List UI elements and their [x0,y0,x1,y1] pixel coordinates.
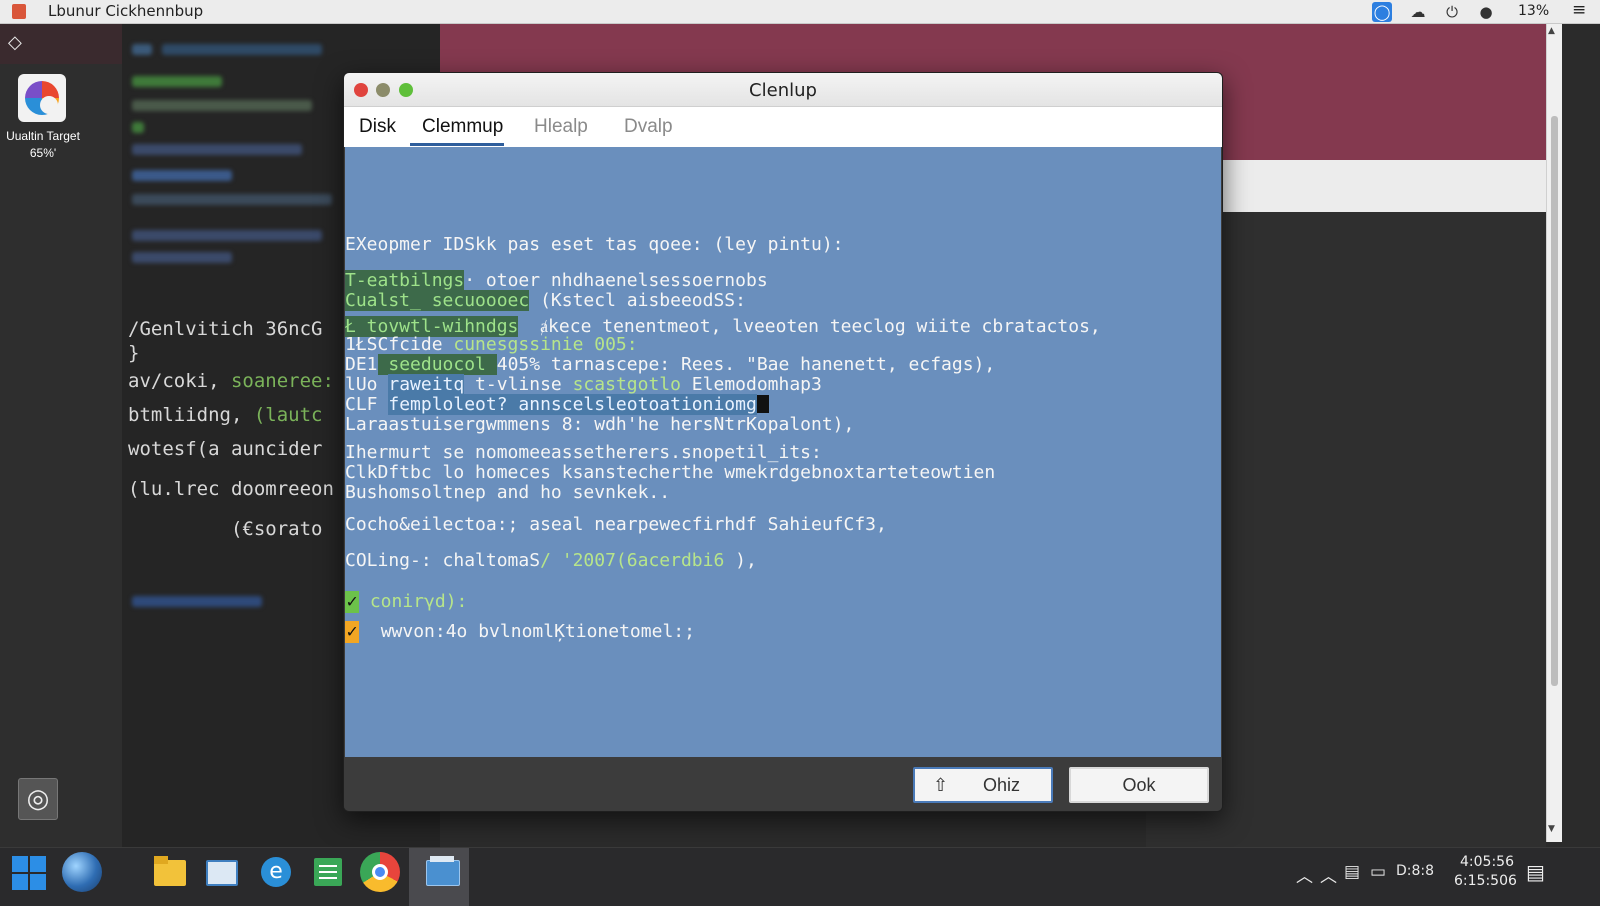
dialog-titlebar[interactable]: Clenlup [344,73,1222,107]
dialog-title: Clenlup [749,80,817,101]
console-line: 1ŁSCfcide cunesgssinie 005: [345,334,638,355]
power-icon[interactable]: ⏻ [1442,2,1462,22]
console-line: Cocho&eilectoa:; aseal nearpewecfirhdf S… [345,514,887,535]
console-line: Laraastuisergwmmens 8: wdh'he hersNtrKop… [345,414,855,435]
scroll-up-arrow[interactable]: ▲ [1548,26,1555,36]
app-icon[interactable] [12,4,26,19]
hamburger-icon[interactable]: ≡ [1572,0,1586,20]
console-line: DE1 seeduocol 405% tarnascepe: Rees. "Ba… [345,354,996,375]
console-line: Cualst_ secuoooec (Kstecl aisbeeodSS: [345,290,746,311]
clock[interactable]: 4:05:56 6:15:506 [1454,853,1517,891]
target-app-label: Uualtin Target 65%' [6,129,80,160]
scroll-down-arrow[interactable]: ▼ [1548,824,1555,834]
code-line: } [128,342,140,364]
camera-icon[interactable]: ◎ [18,778,58,820]
blurred-text [132,252,232,263]
target-app-icon[interactable] [18,74,66,122]
console-line: Bushomsoltnep and ho sevnkek.. [345,482,671,503]
code-line: (lu.lrec doomreeon [128,478,334,500]
tab-help[interactable]: Hlealp [534,116,588,138]
drive-indicator: D:8:8 [1396,863,1435,879]
blurred-text [132,144,302,155]
sync-icon[interactable]: ◯ [1372,2,1392,22]
share-icon: ⇧ [933,775,949,795]
chrome-icon[interactable] [360,852,400,892]
console-line: COLing-: chaltomaS/ '2007(6acerdbi6 ), [345,550,757,571]
checklist-item[interactable]: ✓ conirγd): [345,591,467,613]
internet-explorer-icon[interactable]: e [256,852,296,892]
cleanup-console: EXeopmer IDSkk pas eset tas qoee: (ley p… [345,147,1221,757]
blurred-text [132,76,222,87]
tab-dvalp[interactable]: Dvalp [624,116,673,138]
code-line: btmliidng, (lautc [128,404,323,426]
blurred-text [132,596,262,607]
globe-icon[interactable] [62,852,102,892]
active-tab-indicator [410,143,504,146]
dialog-footer: ⇧ Ohiz Ook [344,757,1222,811]
clock-date: 6:15:506 [1454,873,1517,889]
battery-icon[interactable]: ▤ [1344,862,1360,882]
blurred-text [132,100,312,111]
tab-cleanup[interactable]: Clemmup [422,116,503,138]
folder-icon[interactable] [202,852,242,892]
launcher-sidebar: ◇ Uualtin Target 65%' ◎ [0,24,122,862]
windows-start-icon[interactable] [8,852,48,892]
tab-disk[interactable]: Disk [359,116,396,138]
blurred-text [132,230,322,241]
chevron-up-icon[interactable]: ︿ [1320,862,1337,887]
checklist-item[interactable]: ✓ wwvon:4o bvlnomlĶtionetomel:; [345,621,695,643]
console-line: ClkDftbc lo homeces ksanstecherthe wmekr… [345,462,996,483]
console-line: Ihermurt se nomomeeassetherers.snopetil_… [345,442,822,463]
console-line: lUo raweitq t-vlinse scastgotlo Elemodom… [345,374,822,395]
checkmark-icon[interactable]: ✓ [345,591,359,613]
spreadsheet-icon[interactable] [308,852,348,892]
clock-time: 4:05:56 [1460,854,1514,870]
blurred-text [132,44,152,55]
file-explorer-icon[interactable] [150,852,190,892]
ohiz-button[interactable]: ⇧ Ohiz [913,767,1053,803]
ohiz-button-label: Ohiz [983,775,1021,795]
scroll-thumb[interactable] [1551,116,1558,686]
chevron-up-icon[interactable]: ︿ [1296,862,1313,887]
back-button[interactable]: ◇ [0,24,122,64]
text-cursor [756,395,769,413]
scrollbar[interactable]: ▲ ▼ [1546,24,1562,842]
top-bar: Lbunur Cickhennbup ◯ ☁ ⏻ ● 13% ≡ [0,0,1600,24]
cleanup-dialog: Clenlup Disk Clemmup Hlealp Dvalp EXeopm… [343,72,1223,812]
code-line: /Genlvitich 36ncG [128,318,323,340]
zoom-level: 13% [1518,3,1550,19]
back-icon: ◇ [8,32,22,53]
blurred-text [132,194,332,205]
blurred-text [132,122,144,133]
code-line: (€sorato [128,518,323,540]
taskbar: e ︿ ︿ ▤ ▭ D:8:8 4:05:56 6:15:506 ▤ [0,847,1600,906]
console-line: CLF femploleot? annscelsleotoationiomg [345,394,769,415]
cloud-icon[interactable]: ☁ [1408,2,1428,22]
blurred-text [162,44,322,55]
console-line: EXeopmer IDSkk pas eset tas qoee: (ley p… [345,234,844,255]
console-line: T-eatbilngs· otoer nhdhaenelsessoernobs [345,270,768,291]
ok-button[interactable]: Ook [1069,767,1209,803]
blurred-text [132,170,232,181]
cleanup-app-icon[interactable] [422,852,462,892]
code-line: av/coki, soaneree: [128,370,334,392]
window-title: Lbunur Cickhennbup [48,2,204,20]
notification-icon[interactable]: ▤ [1526,860,1545,884]
tab-bar: Disk Clemmup Hlealp Dvalp [344,107,1222,147]
code-line: wotesf(a auncider [128,438,323,460]
chrome-icon[interactable]: ● [1476,2,1496,22]
target-logo [25,81,59,115]
display-icon[interactable]: ▭ [1370,862,1386,882]
checkmark-icon[interactable]: ✓ [345,621,359,643]
